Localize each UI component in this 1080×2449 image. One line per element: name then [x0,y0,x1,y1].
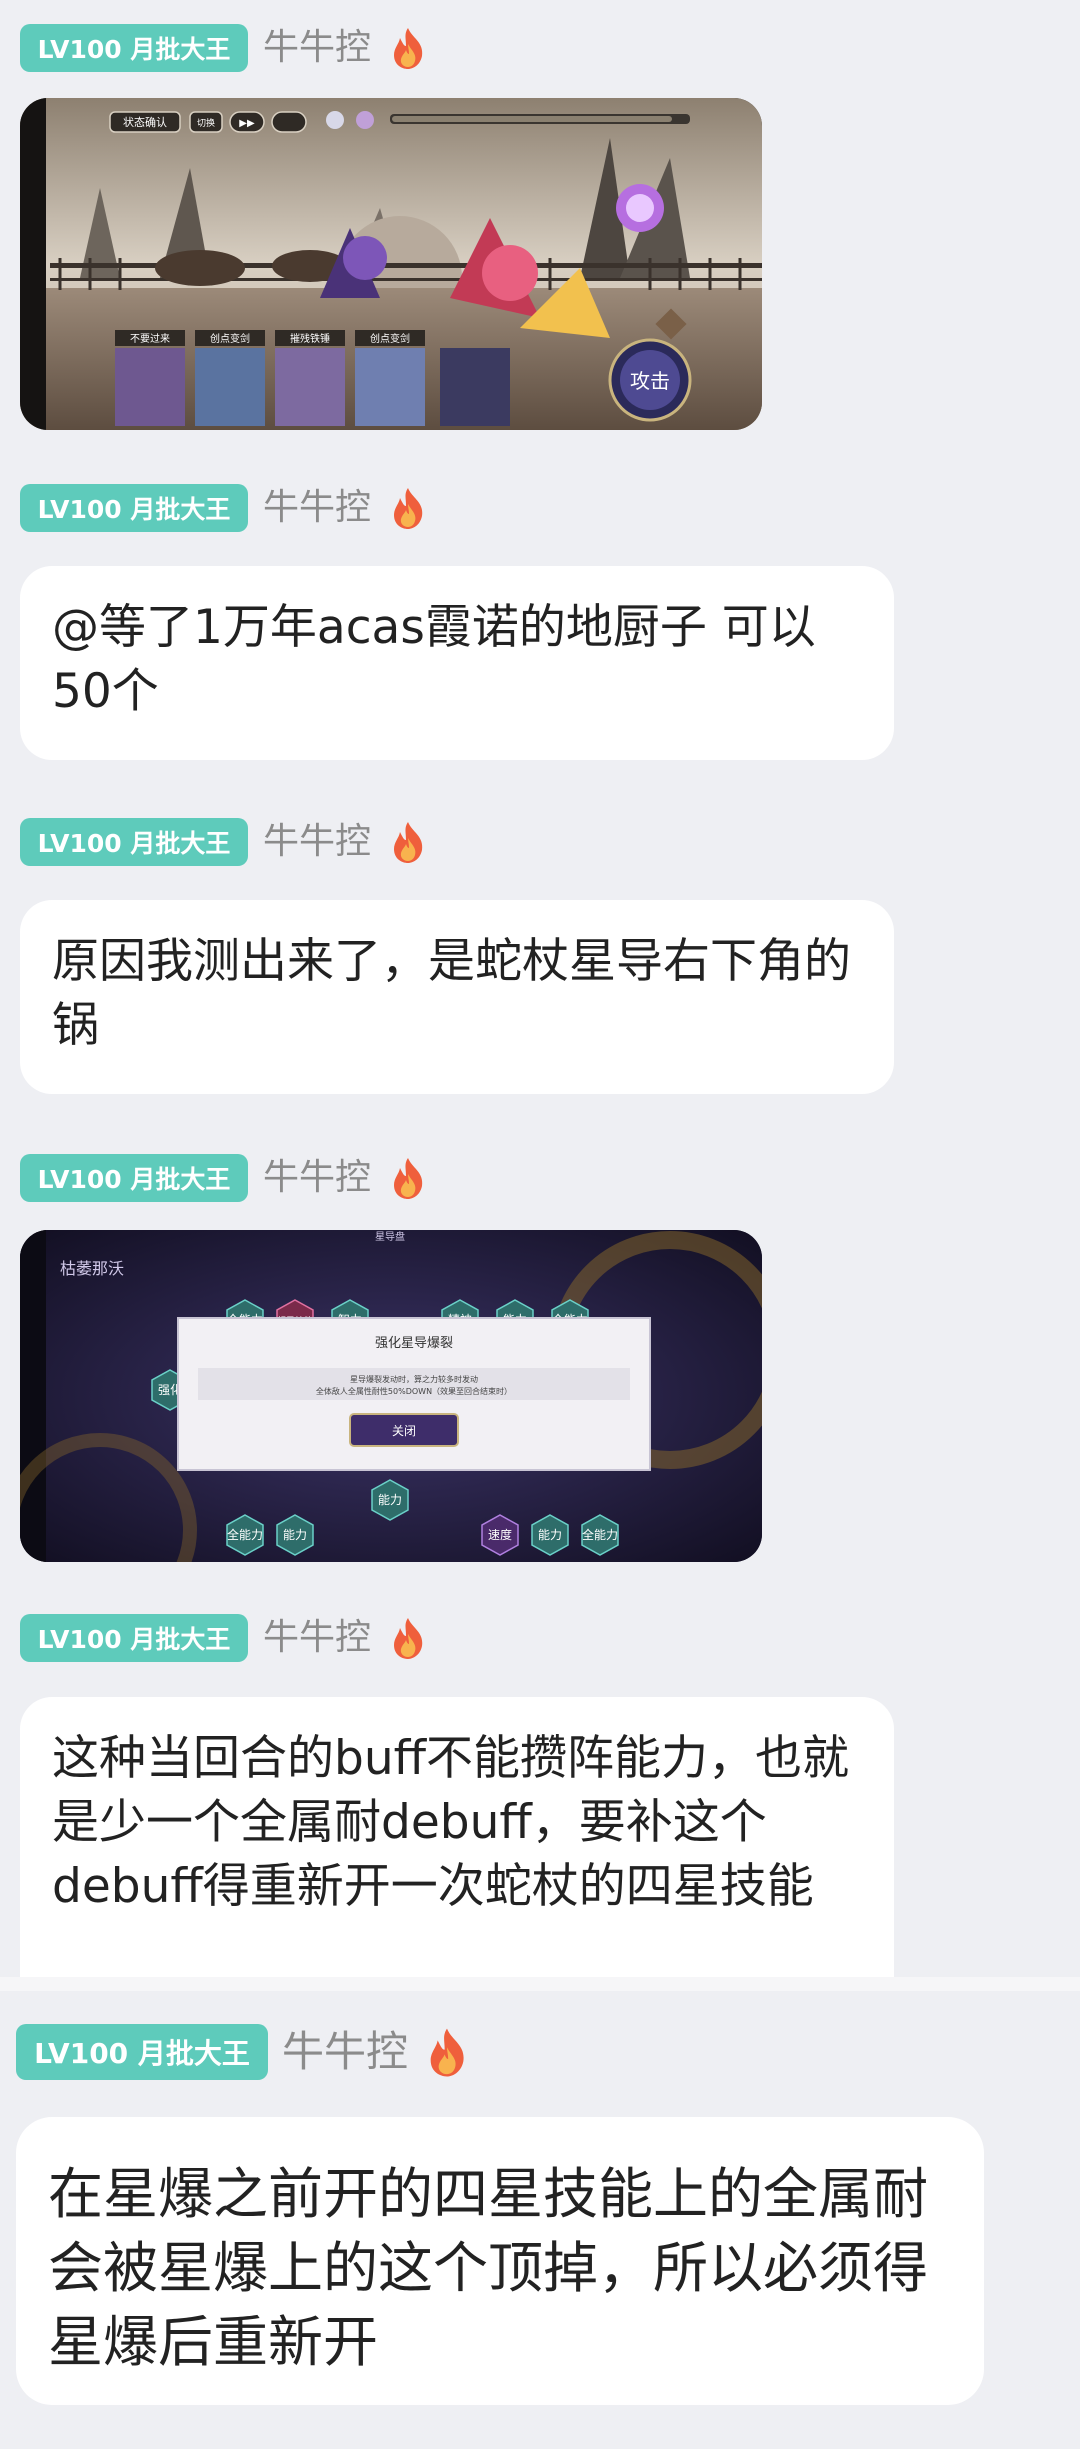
text-message-bubble[interactable]: @等了1万年acas霞诺的地厨子 可以50个 [20,566,894,760]
attack-button: 攻击 [630,369,670,393]
sender-nickname[interactable]: 牛牛控 [263,1154,371,1202]
svg-text:速度: 速度 [488,1527,512,1542]
skill-label: 创点变剑 [210,332,250,345]
battle-button-speed: ▶▶ [239,118,255,129]
sender-nickname[interactable]: 牛牛控 [263,24,371,72]
message-text: 在星爆之前开的四星技能上的全属耐会被星爆上的这个顶掉，所以必须得星爆后重新开 [48,2162,929,2374]
dialog-line: 全体敌人全属性耐性50%DOWN（效果至回合结束时） [316,1386,512,1396]
svg-text:能力: 能力 [538,1528,562,1542]
dialog-line: 星导爆裂发动时，算之力较多时发动 [350,1374,478,1384]
level-badge: LV100 月批大王 [20,818,248,866]
dialog-header: 星导盘 [375,1230,405,1243]
text-message-bubble[interactable]: 在星爆之前开的四星技能上的全属耐会被星爆上的这个顶掉，所以必须得星爆后重新开 [16,2117,984,2405]
sender-nickname[interactable]: 牛牛控 [282,2024,408,2080]
message-text: @等了1万年acas霞诺的地厨子 可以50个 [52,600,816,719]
text-message-bubble[interactable]: 这种当回合的buff不能攒阵能力，也就是少一个全属耐debuff，要补这个deb… [20,1697,894,1977]
dialog-title: 强化星导爆裂 [375,1336,453,1351]
corner-text: 枯萎那沃 [60,1259,124,1278]
fire-icon [394,1158,423,1199]
text-message-bubble[interactable]: 原因我测出来了，是蛇杖星导右下角的锅 [20,900,894,1094]
battle-button-switch: 切换 [197,117,215,129]
fire-icon [394,28,423,69]
image-message-battle[interactable]: 状态确认 切换 ▶▶ 不要过来 创点变剑 摧残铁锤 创点变剑 攻击 [20,98,762,430]
sender-nickname[interactable]: 牛牛控 [263,818,371,866]
level-badge: LV100 月批大王 [20,24,248,72]
image-message-dialog[interactable]: 星导盘 枯萎那沃 全能力 超导技能 智力 精神 能力 全能力 强化 强化 [20,1230,762,1562]
sender-nickname[interactable]: 牛牛控 [263,1614,371,1662]
svg-text:全能力: 全能力 [227,1527,263,1542]
screenshot-seam [0,1977,1080,1991]
svg-text:能力: 能力 [378,1493,402,1507]
skill-label: 不要过来 [130,332,170,345]
dialog-close-button: 关闭 [392,1424,416,1438]
level-badge: LV100 月批大王 [16,2024,268,2080]
sender-nickname[interactable]: 牛牛控 [263,484,371,532]
fire-icon [394,488,423,529]
skill-label: 摧残铁锤 [290,332,330,345]
message-text: 这种当回合的buff不能攒阵能力，也就是少一个全属耐debuff，要补这个deb… [52,1731,850,1914]
message-text: 原因我测出来了，是蛇杖星导右下角的锅 [52,934,851,1053]
dialog-scene: 星导盘 枯萎那沃 全能力 超导技能 智力 精神 能力 全能力 强化 强化 [20,1230,762,1562]
skill-label: 创点变剑 [370,332,410,345]
level-badge: LV100 月批大王 [20,484,248,532]
svg-text:能力: 能力 [283,1528,307,1542]
battle-scene: 状态确认 切换 ▶▶ 不要过来 创点变剑 摧残铁锤 创点变剑 攻击 [20,98,762,430]
svg-text:全能力: 全能力 [582,1527,618,1542]
fire-icon [394,1618,423,1659]
fire-icon [394,822,423,863]
level-badge: LV100 月批大王 [20,1614,248,1662]
fire-icon [430,2028,464,2077]
battle-button-status: 状态确认 [123,115,167,129]
level-badge: LV100 月批大王 [20,1154,248,1202]
